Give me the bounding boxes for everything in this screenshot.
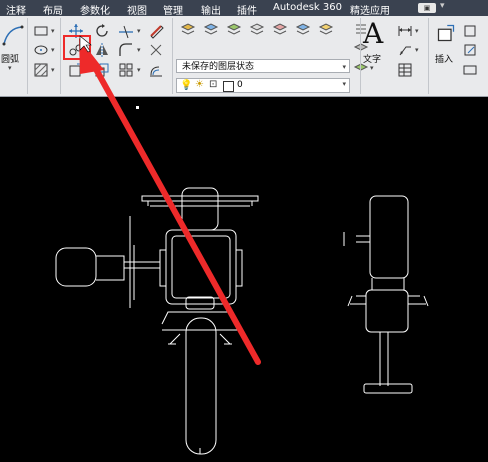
text-icon[interactable]: A [363, 18, 383, 50]
bench-side-view [343, 195, 429, 394]
tab-featured-apps[interactable]: 精选应用 [350, 2, 390, 17]
layer-off-icon[interactable] [295, 21, 311, 37]
leader-icon[interactable] [397, 42, 413, 58]
tab-layout[interactable]: 布局 [43, 2, 63, 17]
layer-freeze-icon[interactable] [272, 21, 288, 37]
layer-icon[interactable] [203, 21, 219, 37]
dimension-icon[interactable] [397, 23, 413, 39]
explode-icon[interactable] [148, 42, 164, 58]
layer-state-dropdown[interactable]: 未保存的图层状态 ▾ [176, 59, 350, 73]
tab-plugins[interactable]: 插件 [237, 2, 257, 17]
layer-isolate-icon[interactable] [249, 21, 265, 37]
tab-annotate[interactable]: 注释 [6, 2, 26, 17]
ribbon-state-button[interactable]: ▣ [418, 3, 436, 13]
rotate-icon[interactable] [94, 23, 110, 39]
insert-block-icon[interactable] [436, 23, 456, 43]
trim-icon[interactable] [118, 23, 134, 39]
unlock-icon: ⊡ [209, 79, 218, 90]
chevron-down-icon: ▾ [342, 80, 346, 88]
move-highlight-box [63, 35, 91, 60]
bench-front-view [55, 187, 259, 455]
insert-label[interactable]: 插入 [435, 52, 453, 65]
erase-icon[interactable] [148, 23, 164, 39]
chevron-down-icon: ▾ [342, 63, 346, 71]
create-block-icon[interactable] [462, 23, 478, 39]
layer-color-swatch [223, 81, 234, 92]
stretch-icon[interactable] [68, 62, 84, 78]
current-layer-value: 0 [237, 80, 243, 90]
lightbulb-icon: 💡 [180, 80, 193, 91]
current-layer-dropdown[interactable]: 💡 ☀ ⊡ 0 ▾ [176, 78, 350, 93]
layer-match-icon[interactable] [226, 21, 242, 37]
sun-icon: ☀ [195, 79, 204, 90]
drawing-canvas[interactable] [0, 97, 488, 462]
layer-lock-icon[interactable] [318, 21, 334, 37]
layer-properties-icon[interactable] [180, 21, 196, 37]
layer-state-value: 未保存的图层状态 [182, 62, 255, 72]
cad-drawing [55, 106, 429, 455]
chevron-down-icon[interactable]: ▾ [8, 64, 12, 72]
mirror-icon[interactable] [94, 42, 110, 58]
edit-block-icon[interactable] [462, 42, 478, 58]
tab-parametric[interactable]: 参数化 [80, 2, 110, 17]
ribbon: 圆弧 ▾ ▾ ▾ ▾ ▾ ▾ ▾ 未保存的图层状态 ▾ 💡 ☀ ⊡ 0 ▾ A … [0, 16, 488, 113]
table-icon[interactable] [397, 62, 413, 78]
fillet-icon[interactable] [118, 42, 134, 58]
tab-output[interactable]: 输出 [201, 2, 221, 17]
tab-view[interactable]: 视图 [127, 2, 147, 17]
arc-icon[interactable] [2, 24, 24, 46]
scale-icon[interactable] [94, 62, 110, 78]
attribute-icon[interactable] [462, 62, 478, 78]
menu-bar: 注释 布局 参数化 视图 管理 输出 插件 Autodesk 360 精选应用 … [0, 0, 488, 17]
hatch-icon[interactable] [33, 62, 49, 78]
tab-autodesk-360[interactable]: Autodesk 360 [273, 2, 342, 13]
offset-icon[interactable] [148, 62, 164, 78]
array-icon[interactable] [118, 62, 134, 78]
tab-manage[interactable]: 管理 [163, 2, 183, 17]
ellipse-icon[interactable] [33, 42, 49, 58]
rectangle-icon[interactable] [33, 23, 49, 39]
chevron-down-icon[interactable]: ▾ [440, 1, 445, 11]
